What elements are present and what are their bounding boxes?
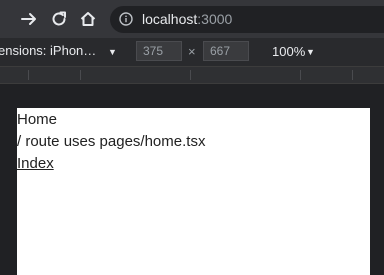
height-input[interactable]: 667 [203, 41, 249, 61]
device-toolbar: ensions: iPhon… ▼ 375 × 667 100% ▼ [0, 38, 384, 67]
chevron-down-icon[interactable]: ▼ [108, 47, 117, 57]
browser-toolbar: localhost:3000 [0, 0, 384, 38]
url-port: :3000 [197, 11, 233, 27]
reload-icon [52, 11, 66, 26]
index-link[interactable]: Index [17, 155, 54, 172]
media-query-bar[interactable] [0, 67, 384, 84]
page-heading: Home [17, 111, 58, 128]
url-host: localhost [142, 11, 198, 27]
home-icon [80, 12, 96, 26]
forward-button[interactable] [18, 8, 40, 30]
device-dropdown[interactable]: ensions: iPhon… [0, 43, 96, 58]
ruler-divider [300, 70, 301, 80]
dimension-separator: × [188, 44, 196, 59]
ruler-divider [352, 70, 353, 80]
ruler-divider [28, 70, 29, 80]
ruler-divider [190, 70, 191, 80]
home-button[interactable] [77, 8, 99, 30]
chevron-down-icon[interactable]: ▼ [306, 47, 315, 57]
ruler-divider [80, 70, 81, 80]
reload-button[interactable] [48, 8, 70, 30]
address-bar[interactable]: localhost:3000 [110, 6, 384, 33]
route-text: / route uses pages/home.tsx [17, 133, 206, 150]
zoom-dropdown[interactable]: 100% [272, 44, 305, 59]
page-viewport: Home / route uses pages/home.tsx Index [17, 108, 370, 275]
info-icon[interactable] [119, 12, 133, 26]
url-text[interactable]: localhost:3000 [142, 11, 232, 28]
arrow-right-icon [21, 13, 36, 25]
width-input[interactable]: 375 [136, 41, 182, 61]
